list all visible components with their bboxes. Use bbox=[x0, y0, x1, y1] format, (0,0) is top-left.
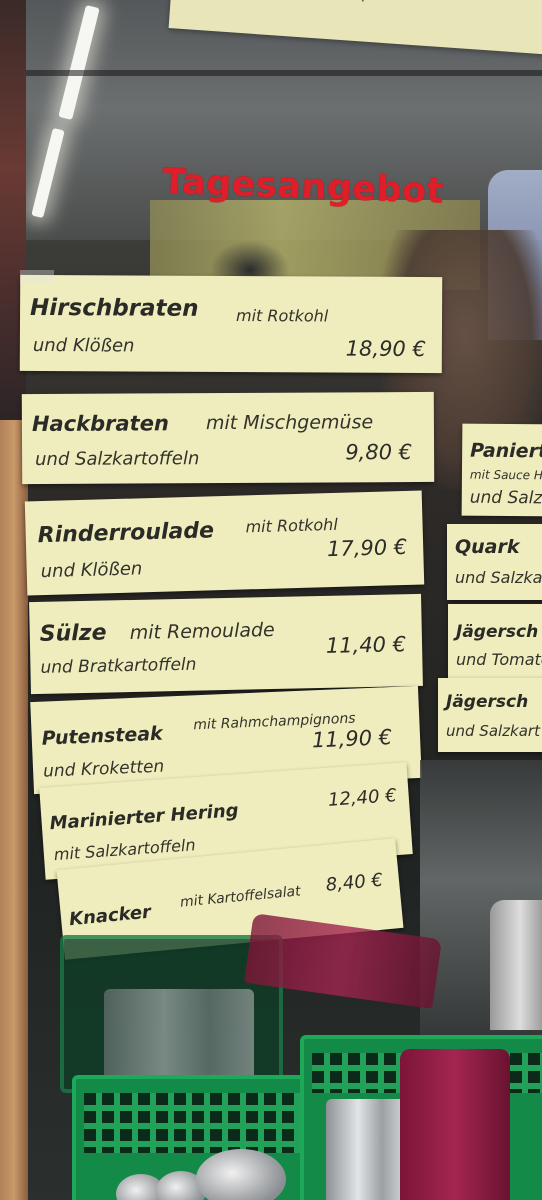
menu-card: Hackbraten mit Mischgemüse und Salzkarto… bbox=[21, 391, 435, 485]
menu-card: Hirschbraten mit Rotkohl und Klößen 18,9… bbox=[19, 274, 443, 374]
side-dish-name: Jägersch bbox=[456, 622, 539, 642]
dish-name: Putensteak bbox=[41, 722, 164, 750]
cutlery-basket bbox=[300, 1035, 542, 1200]
side-dish-addon: und Tomate bbox=[456, 650, 542, 669]
dish-addon: mit Rotkohl bbox=[235, 306, 329, 326]
dish-name: Sülze bbox=[39, 620, 107, 647]
dish-price: 18,90 € bbox=[345, 336, 426, 362]
napkin bbox=[400, 1049, 510, 1200]
dish-name: Hackbraten bbox=[31, 411, 169, 437]
side-dish-side: und Salzka bbox=[455, 568, 542, 587]
dish-addon: mit Rotkohl bbox=[245, 514, 339, 537]
dish-price: 12,40 € bbox=[327, 785, 398, 811]
side-menu-card: Jägersch und Salzkart bbox=[438, 678, 542, 752]
dish-price: 11,90 € bbox=[311, 725, 393, 753]
glass-frame-edge bbox=[0, 70, 542, 76]
side-dish-name: Quark bbox=[455, 536, 520, 558]
tape bbox=[20, 270, 54, 284]
dish-side: und Bratkartoffeln bbox=[40, 654, 197, 678]
top-sign-text: r bbox=[361, 0, 368, 6]
cutlery bbox=[326, 1099, 406, 1200]
dish-addon: mit Remoulade bbox=[129, 618, 275, 645]
dish-name: Knacker bbox=[68, 901, 152, 931]
photo-scene: r Tagesangebot Hirschbraten mit Rotkohl … bbox=[0, 0, 542, 1200]
dish-side: und Klößen bbox=[32, 334, 135, 357]
menu-card: Sülze mit Remoulade und Bratkartoffeln 1… bbox=[29, 593, 423, 695]
side-dish-side: und Salz bbox=[469, 487, 542, 509]
spoon bbox=[196, 1149, 286, 1200]
dish-side: und Salzkartoffeln bbox=[35, 448, 200, 471]
side-dish-addon: mit Sauce H bbox=[469, 467, 542, 483]
dish-addon: mit Kartoffelsalat bbox=[179, 883, 302, 911]
side-menu-card: Jägersch und Tomate bbox=[448, 604, 542, 684]
dish-addon: mit Mischgemüse bbox=[205, 411, 374, 435]
side-dish-name: Jägersch bbox=[446, 692, 529, 712]
side-dish-name: Paniert bbox=[470, 439, 542, 463]
dish-price: 11,40 € bbox=[325, 632, 407, 658]
side-menu-card: Quark m und Salzka bbox=[447, 524, 542, 600]
dish-side: und Klößen bbox=[40, 558, 143, 583]
dish-name: Hirschbraten bbox=[30, 294, 199, 322]
cutlery bbox=[104, 989, 254, 1079]
steel-container bbox=[490, 900, 542, 1030]
dish-name: Rinderroulade bbox=[37, 518, 215, 549]
dish-name: Marinierter Hering bbox=[49, 800, 240, 835]
menu-card: Rinderroulade mit Rotkohl und Klößen 17,… bbox=[24, 490, 425, 596]
side-menu-card: Paniert mit Sauce H und Salz bbox=[461, 423, 542, 517]
dish-side: und Kroketten bbox=[42, 756, 165, 782]
dish-price: 9,80 € bbox=[345, 440, 413, 465]
side-dish-addon: und Salzkart bbox=[446, 722, 540, 740]
dish-price: 8,40 € bbox=[324, 869, 384, 896]
dish-price: 17,90 € bbox=[326, 534, 408, 562]
wooden-frame bbox=[0, 420, 28, 1200]
